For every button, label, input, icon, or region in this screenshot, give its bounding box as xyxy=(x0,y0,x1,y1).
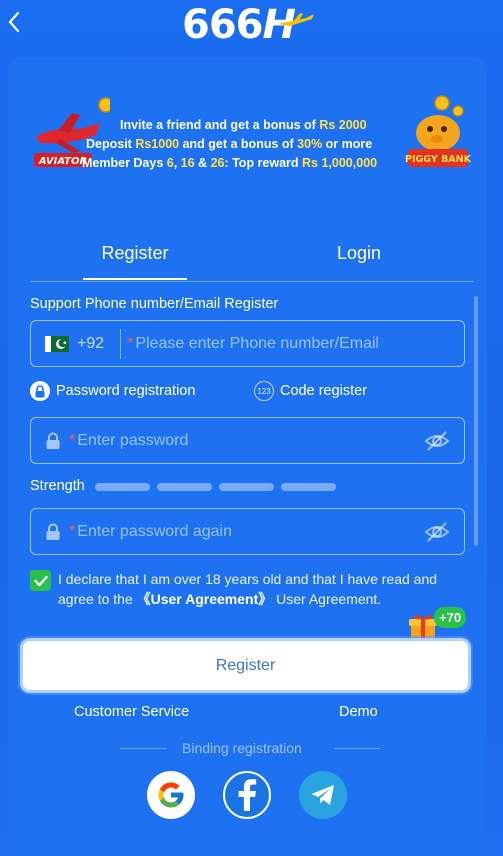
google-icon xyxy=(158,782,184,808)
tab-register[interactable]: Register xyxy=(83,236,187,282)
confirm-password-placeholder: Enter password again xyxy=(77,522,232,540)
lock-icon xyxy=(46,523,60,540)
logo-letter: H xyxy=(263,2,314,48)
binding-divider-left xyxy=(120,748,166,749)
phone-email-field[interactable]: +92 * Please enter Phone number/Email xyxy=(30,320,465,367)
promo-line-2-suffix: or more xyxy=(322,137,373,151)
lock-icon xyxy=(30,381,50,401)
code-register-label: Code register xyxy=(280,383,368,399)
promo-day-1: 6 xyxy=(166,156,174,170)
password-registration-label: Password registration xyxy=(56,383,196,399)
binding-divider-right xyxy=(334,748,380,749)
promo-line-3: Member Days 6, 16 & 26: Top reward Rs 1,… xyxy=(82,154,402,173)
required-mark: * xyxy=(127,334,134,352)
facebook-icon xyxy=(238,779,257,811)
customer-service-link[interactable]: Customer Service xyxy=(74,704,189,720)
phone-email-placeholder: Please enter Phone number/Email xyxy=(135,334,380,352)
number-code-icon: 123 xyxy=(254,381,274,401)
promo-top-reward: Rs 1,000,000 xyxy=(302,156,378,170)
promo-sep-2: & xyxy=(194,156,211,170)
tabs-divider xyxy=(30,281,474,282)
register-method-label: Support Phone number/Email Register xyxy=(30,296,279,312)
promo-invite-amount: Rs 2000 xyxy=(319,118,367,132)
eye-slash-icon[interactable] xyxy=(424,430,450,452)
password-registration-option[interactable]: Password registration xyxy=(30,381,195,401)
promo-line-1-text: Invite a friend and get a bonus of xyxy=(120,118,320,132)
piggy-bank-icon: PIGGY BANK xyxy=(405,95,472,167)
required-mark: * xyxy=(69,522,76,540)
reward-badge: +70 xyxy=(434,607,467,628)
promo-line-3-mid: : Top reward xyxy=(224,156,303,170)
agreement-checkbox[interactable] xyxy=(30,570,51,591)
piggy-bank-logo-text: PIGGY BANK xyxy=(405,154,472,165)
telegram-icon xyxy=(311,785,334,805)
required-mark: * xyxy=(69,431,76,449)
active-tab-indicator xyxy=(83,278,187,280)
password-placeholder: Enter password xyxy=(77,431,189,449)
country-code[interactable]: +92 xyxy=(77,335,104,353)
promo-text: Invite a friend and get a bonus of Rs 20… xyxy=(82,116,402,173)
code-register-option[interactable]: 123 Code register xyxy=(254,381,367,401)
strength-label: Strength xyxy=(30,478,85,494)
form-scrollbar[interactable] xyxy=(474,296,478,546)
field-divider xyxy=(120,328,122,359)
aviator-logo-text: AVIATOR xyxy=(38,156,87,167)
user-agreement-link[interactable]: 《User Agreement》 xyxy=(137,591,273,607)
eye-slash-icon[interactable] xyxy=(424,521,450,543)
promo-line-3-prefix: Member Days xyxy=(82,156,167,170)
strength-bar-4 xyxy=(281,483,336,491)
confirm-password-field[interactable]: * Enter password again xyxy=(30,508,465,555)
brand-logo: 666 H xyxy=(182,2,314,48)
strength-bar-3 xyxy=(219,483,274,491)
promo-line-2-prefix: Deposit xyxy=(86,137,136,151)
pakistan-flag-icon[interactable] xyxy=(45,335,69,352)
strength-bar-1 xyxy=(95,483,150,491)
promo-sep-1: , xyxy=(173,156,181,170)
lock-icon xyxy=(46,432,60,449)
promo-line-2-mid: and get a bonus of xyxy=(179,137,298,151)
agreement-text: I declare that I am over 18 years old an… xyxy=(58,569,458,609)
password-field[interactable]: * Enter password xyxy=(30,417,465,464)
promo-day-2: 16 xyxy=(180,156,195,170)
back-button[interactable] xyxy=(4,8,26,36)
promo-day-3: 26 xyxy=(210,156,225,170)
tab-login[interactable]: Login xyxy=(310,236,408,282)
telegram-login-button[interactable] xyxy=(299,771,347,819)
facebook-login-button[interactable] xyxy=(223,771,271,819)
plane-icon xyxy=(277,13,314,26)
checkmark-icon xyxy=(33,575,48,586)
auth-tabs: Register Login xyxy=(30,236,474,282)
chevron-left-icon xyxy=(8,11,20,33)
promo-line-2: Deposit Rs1000 and get a bonus of 30% or… xyxy=(82,135,402,154)
logo-number: 666 xyxy=(182,2,263,48)
strength-bar-2 xyxy=(157,483,212,491)
promo-line-1: Invite a friend and get a bonus of Rs 20… xyxy=(82,116,402,135)
promo-bonus-percent: 30% xyxy=(297,137,323,151)
demo-link[interactable]: Demo xyxy=(339,704,378,720)
google-login-button[interactable] xyxy=(147,771,195,819)
promo-deposit-amount: Rs1000 xyxy=(135,137,180,151)
agreement-suffix: User Agreement. xyxy=(272,591,382,607)
register-button[interactable]: Register xyxy=(20,638,471,693)
binding-registration-label: Binding registration xyxy=(182,740,302,756)
